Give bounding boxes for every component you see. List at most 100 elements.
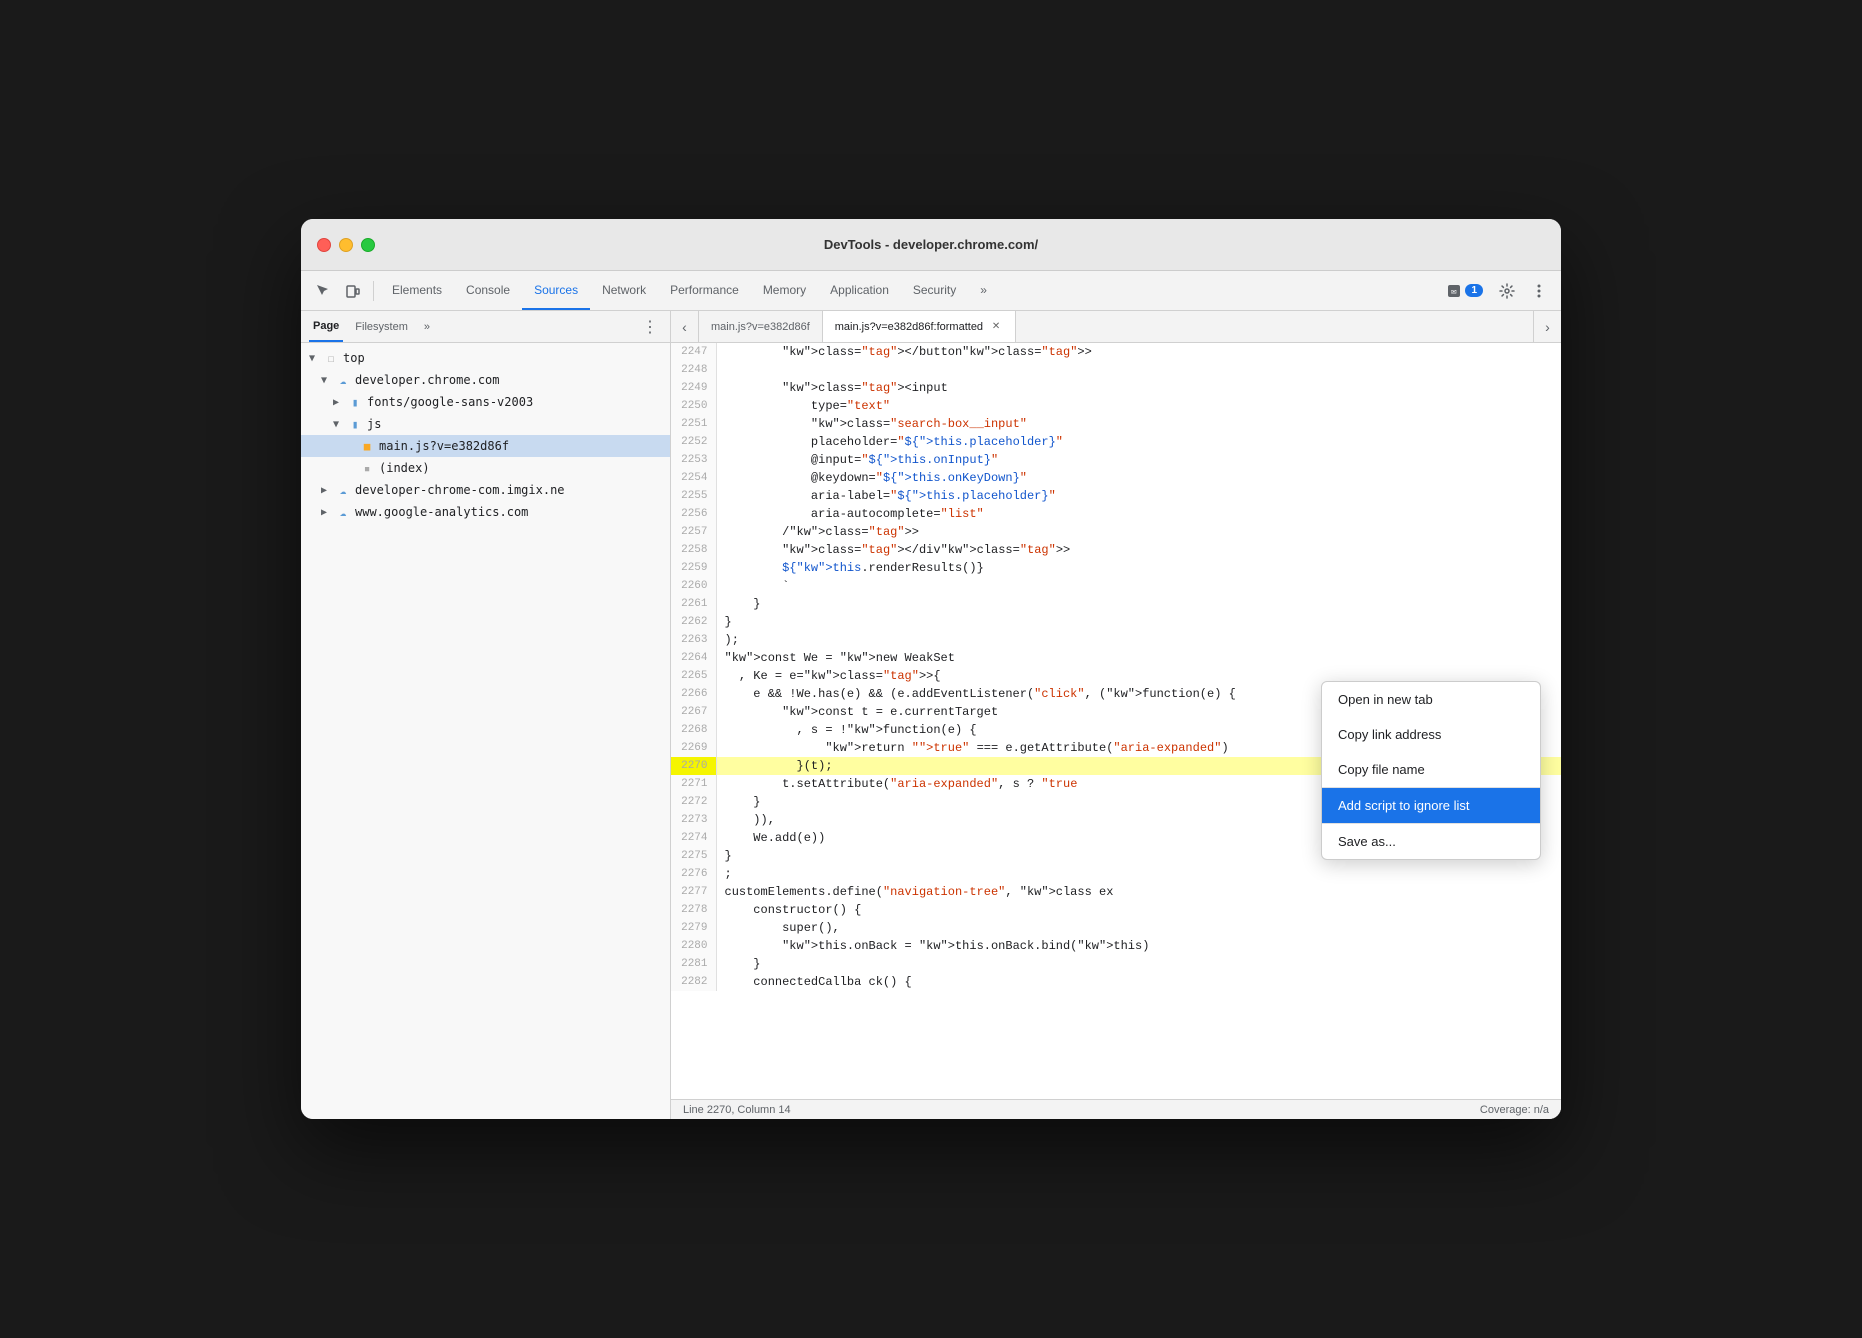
line-number: 2263 — [671, 631, 716, 649]
panel-tab-page[interactable]: Page — [309, 311, 343, 342]
close-button[interactable] — [317, 238, 331, 252]
tree-item-js[interactable]: ▼ ▮ js — [301, 413, 670, 435]
collapse-right-icon[interactable]: › — [1533, 311, 1561, 342]
line-number: 2277 — [671, 883, 716, 901]
line-number: 2278 — [671, 901, 716, 919]
line-number: 2252 — [671, 433, 716, 451]
line-number: 2250 — [671, 397, 716, 415]
tab-more[interactable]: » — [968, 271, 999, 310]
tab-sources[interactable]: Sources — [522, 271, 590, 310]
cloud-icon: ☁ — [335, 372, 351, 388]
tab-memory[interactable]: Memory — [751, 271, 818, 310]
tab-security[interactable]: Security — [901, 271, 968, 310]
line-number: 2262 — [671, 613, 716, 631]
right-panel-wrapper: ‹ main.js?v=e382d86f main.js?v=e382d86f:… — [671, 311, 1561, 1119]
line-number: 2282 — [671, 973, 716, 991]
cloud-icon: ☁ — [335, 482, 351, 498]
line-number: 2257 — [671, 523, 716, 541]
line-content: "kw">class="tag"></div"kw">class="tag">> — [716, 541, 1561, 559]
coverage-status: Coverage: n/a — [1480, 1104, 1549, 1116]
devtools-tabs: Elements Console Sources Network Perform… — [380, 271, 1439, 310]
editor-tab-formatted[interactable]: main.js?v=e382d86f:formatted ✕ — [823, 311, 1016, 342]
panel-tab-filesystem[interactable]: Filesystem — [351, 311, 412, 342]
line-content: } — [716, 595, 1561, 613]
settings-icon[interactable] — [1493, 277, 1521, 305]
toolbar-right: ✉ 1 — [1441, 277, 1553, 305]
maximize-button[interactable] — [361, 238, 375, 252]
arrow-icon: ▼ — [333, 418, 345, 430]
tree-item-fonts[interactable]: ▶ ▮ fonts/google-sans-v2003 — [301, 391, 670, 413]
tree-item-imgix[interactable]: ▶ ☁ developer-chrome-com.imgix.ne — [301, 479, 670, 501]
tree-label: (index) — [379, 461, 430, 475]
file-icon: ■ — [359, 438, 375, 454]
line-number: 2249 — [671, 379, 716, 397]
minimize-button[interactable] — [339, 238, 353, 252]
tree-item-mainjs[interactable]: ▶ ■ main.js?v=e382d86f — [301, 435, 670, 457]
tab-console[interactable]: Console — [454, 271, 522, 310]
panel-menu-button[interactable]: ⋮ — [638, 315, 662, 339]
window-title: DevTools - developer.chrome.com/ — [824, 237, 1038, 252]
close-tab-icon[interactable]: ✕ — [989, 320, 1003, 334]
line-number: 2272 — [671, 793, 716, 811]
arrow-icon: ▶ — [333, 396, 345, 408]
editor-tab-mainjs[interactable]: main.js?v=e382d86f — [699, 311, 823, 342]
context-menu-open-new-tab[interactable]: Open in new tab — [1322, 682, 1540, 717]
context-menu-add-to-ignore[interactable]: Add script to ignore list — [1322, 788, 1540, 823]
tree-item-analytics[interactable]: ▶ ☁ www.google-analytics.com — [301, 501, 670, 523]
tab-label: main.js?v=e382d86f — [711, 321, 810, 333]
line-number: 2255 — [671, 487, 716, 505]
line-number: 2248 — [671, 361, 716, 379]
line-content: ; — [716, 865, 1561, 883]
status-bar: Line 2270, Column 14 Coverage: n/a — [671, 1099, 1561, 1119]
cloud-icon: ☁ — [335, 504, 351, 520]
panel-tab-more[interactable]: » — [424, 321, 430, 333]
more-options-icon[interactable] — [1525, 277, 1553, 305]
device-toolbar-icon[interactable] — [339, 277, 367, 305]
tab-application[interactable]: Application — [818, 271, 901, 310]
line-content: ` — [716, 577, 1561, 595]
line-number: 2261 — [671, 595, 716, 613]
cursor-position: Line 2270, Column 14 — [683, 1104, 791, 1116]
line-content: super(), — [716, 919, 1561, 937]
svg-text:✉: ✉ — [1452, 287, 1457, 297]
line-number: 2281 — [671, 955, 716, 973]
context-menu-copy-file-name[interactable]: Copy file name — [1322, 752, 1540, 787]
tree-item-index[interactable]: ▶ ▪ (index) — [301, 457, 670, 479]
line-number: 2273 — [671, 811, 716, 829]
line-content: /"kw">class="tag">> — [716, 523, 1561, 541]
tree-label: fonts/google-sans-v2003 — [367, 395, 533, 409]
tab-performance[interactable]: Performance — [658, 271, 751, 310]
tree-label: www.google-analytics.com — [355, 505, 528, 519]
line-number: 2276 — [671, 865, 716, 883]
tab-elements[interactable]: Elements — [380, 271, 454, 310]
line-number: 2280 — [671, 937, 716, 955]
line-content: aria-label="${">this.placeholder}" — [716, 487, 1561, 505]
line-content: "kw">const We = "kw">new WeakSet — [716, 649, 1561, 667]
page-icon: ☐ — [323, 350, 339, 366]
line-content: } — [716, 955, 1561, 973]
context-menu-copy-link[interactable]: Copy link address — [1322, 717, 1540, 752]
arrow-icon: ▼ — [321, 374, 333, 386]
inspect-icon[interactable] — [309, 277, 337, 305]
context-menu-save-as[interactable]: Save as... — [1322, 824, 1540, 859]
line-number: 2274 — [671, 829, 716, 847]
tree-item-top[interactable]: ▼ ☐ top — [301, 347, 670, 369]
arrow-icon: ▶ — [321, 484, 333, 496]
tree-item-chrome[interactable]: ▼ ☁ developer.chrome.com — [301, 369, 670, 391]
tab-network[interactable]: Network — [590, 271, 658, 310]
line-number: 2259 — [671, 559, 716, 577]
code-table: 2247 "kw">class="tag"></button"kw">class… — [671, 343, 1561, 991]
line-content: placeholder="${">this.placeholder}" — [716, 433, 1561, 451]
line-content: connectedCallba ck() { — [716, 973, 1561, 991]
devtools-body: Page Filesystem » ⋮ ▼ ☐ top — [301, 311, 1561, 1119]
context-menu: Open in new tab Copy link address Copy f… — [1321, 681, 1541, 860]
line-number: 2268 — [671, 721, 716, 739]
line-content: ); — [716, 631, 1561, 649]
file-tree: ▼ ☐ top ▼ ☁ developer.chrome.com ▶ ▮ fon… — [301, 343, 670, 1119]
line-number: 2260 — [671, 577, 716, 595]
notification-icon[interactable]: ✉ 1 — [1441, 277, 1489, 305]
line-content: @input="${">this.onInput}" — [716, 451, 1561, 469]
devtools-toolbar: Elements Console Sources Network Perform… — [301, 271, 1561, 311]
folder-icon: ▮ — [347, 416, 363, 432]
collapse-panel-icon[interactable]: ‹ — [671, 311, 699, 342]
